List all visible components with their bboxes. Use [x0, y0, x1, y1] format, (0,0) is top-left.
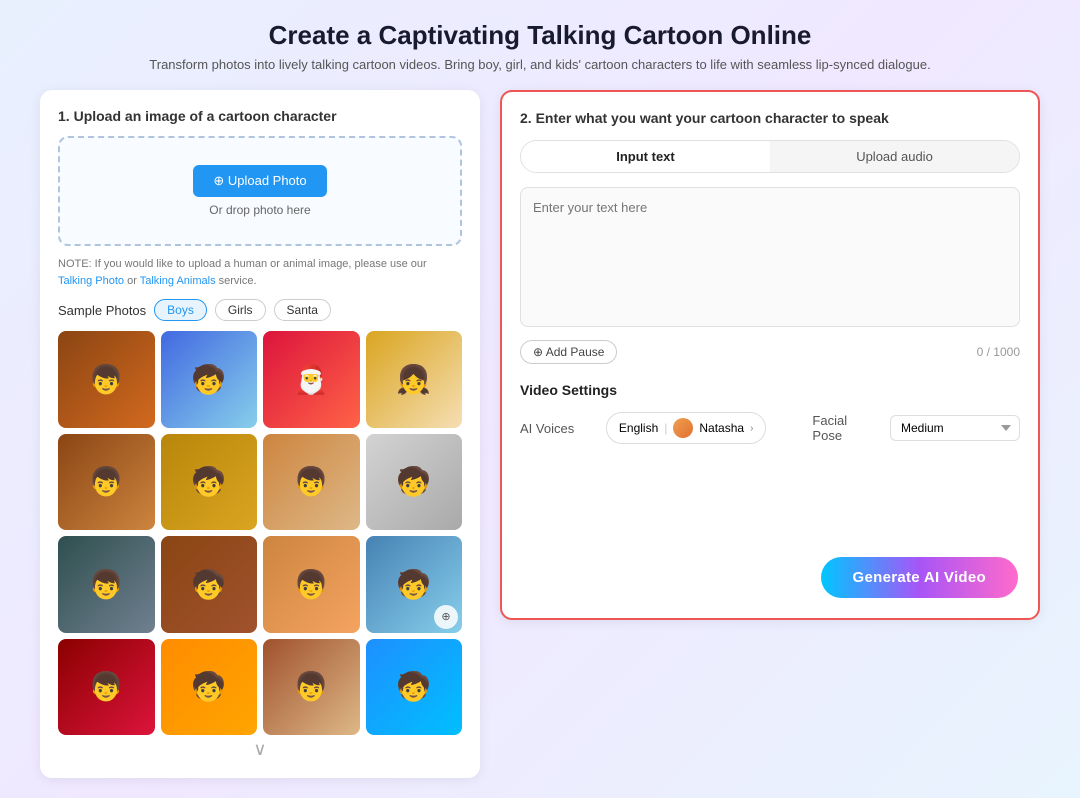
page-wrapper: Create a Captivating Talking Cartoon Onl…	[0, 0, 1080, 798]
list-item[interactable]: 🧒	[366, 434, 463, 531]
ai-voices-label: AI Voices	[520, 421, 590, 436]
list-item[interactable]: 👧	[366, 331, 463, 428]
list-item[interactable]: 👦	[263, 434, 360, 531]
crosshair-icon: ⊕	[434, 605, 458, 629]
note-text: NOTE: If you would like to upload a huma…	[58, 256, 462, 289]
chevron-right-icon: ›	[750, 423, 753, 434]
main-content: 1. Upload an image of a cartoon characte…	[40, 90, 1040, 778]
upload-photo-button[interactable]: ⊕ Upload Photo	[193, 165, 326, 197]
list-item[interactable]: 👦	[58, 434, 155, 531]
list-item[interactable]: 🧒	[161, 434, 258, 531]
sample-btn-santa[interactable]: Santa	[274, 299, 331, 321]
right-section-title: 2. Enter what you want your cartoon char…	[520, 110, 1020, 126]
scroll-down-icon: ∨	[58, 739, 462, 760]
settings-row: AI Voices English | Natasha › Facial Pos…	[520, 412, 1020, 444]
list-item[interactable]: 👦	[58, 536, 155, 633]
voice-selector[interactable]: English | Natasha ›	[606, 412, 767, 444]
list-item[interactable]: 🧒	[161, 536, 258, 633]
text-input[interactable]	[520, 187, 1020, 327]
list-item[interactable]: 👦	[263, 536, 360, 633]
list-item[interactable]: 🎅	[263, 331, 360, 428]
list-item[interactable]: 🧒	[161, 331, 258, 428]
photo-grid: 👦 🧒 🎅 👧 👦 🧒 👦 🧒 👦 🧒 👦 🧒 ⊕ 👦 🧒 👦 🧒	[58, 331, 462, 735]
left-section-title: 1. Upload an image of a cartoon characte…	[58, 108, 462, 124]
talking-animals-link[interactable]: Talking Animals	[140, 275, 216, 287]
upload-drop-area[interactable]: ⊕ Upload Photo Or drop photo here	[58, 136, 462, 246]
textarea-footer: ⊕ Add Pause 0 / 1000	[520, 340, 1020, 364]
sample-section: Sample Photos Boys Girls Santa	[58, 299, 462, 321]
tab-input-text[interactable]: Input text	[521, 141, 770, 172]
page-title: Create a Captivating Talking Cartoon Onl…	[40, 20, 1040, 51]
drop-text: Or drop photo here	[209, 203, 310, 217]
talking-photo-link[interactable]: Talking Photo	[58, 275, 124, 287]
voice-lang: English	[619, 421, 658, 435]
list-item[interactable]: 👦	[263, 639, 360, 736]
right-panel: 2. Enter what you want your cartoon char…	[500, 90, 1040, 620]
list-item[interactable]: 👦	[58, 331, 155, 428]
sample-btn-boys[interactable]: Boys	[154, 299, 207, 321]
video-settings-title: Video Settings	[520, 382, 1020, 398]
voice-avatar	[673, 418, 693, 438]
page-subtitle: Transform photos into lively talking car…	[40, 57, 1040, 72]
add-pause-button[interactable]: ⊕ Add Pause	[520, 340, 617, 364]
list-item[interactable]: 🧒	[366, 639, 463, 736]
page-header: Create a Captivating Talking Cartoon Onl…	[40, 20, 1040, 72]
list-item[interactable]: 🧒	[161, 639, 258, 736]
generate-ai-video-button[interactable]: Generate AI Video	[821, 557, 1018, 598]
generate-btn-row: Generate AI Video	[821, 557, 1018, 598]
tab-upload-audio[interactable]: Upload audio	[770, 141, 1019, 172]
voice-name: Natasha	[699, 421, 744, 435]
left-panel: 1. Upload an image of a cartoon characte…	[40, 90, 480, 778]
char-count: 0 / 1000	[977, 345, 1020, 359]
pose-select[interactable]: Medium Low High	[890, 415, 1020, 441]
tab-row: Input text Upload audio	[520, 140, 1020, 173]
sample-btn-girls[interactable]: Girls	[215, 299, 266, 321]
facial-pose-label: Facial Pose	[812, 413, 880, 443]
sample-label: Sample Photos	[58, 303, 146, 318]
facial-pose-group: Facial Pose Medium Low High	[812, 413, 1020, 443]
list-item[interactable]: 👦	[58, 639, 155, 736]
list-item[interactable]: 🧒 ⊕	[366, 536, 463, 633]
